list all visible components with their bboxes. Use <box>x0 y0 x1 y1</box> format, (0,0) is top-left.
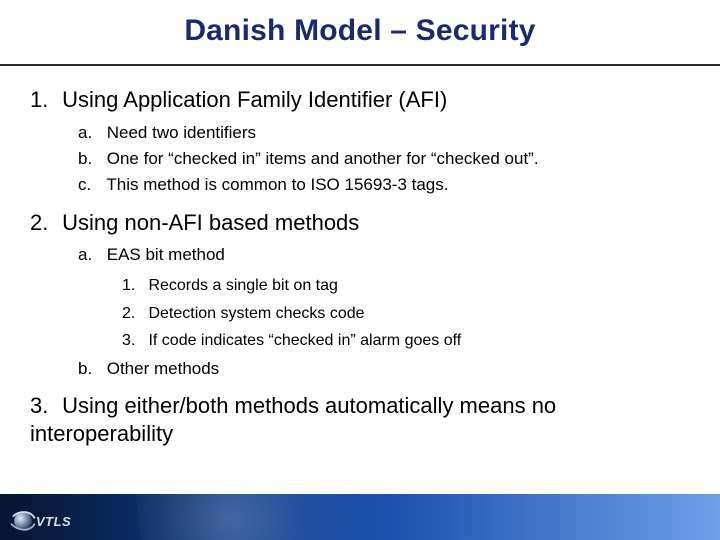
list-marker: a. <box>78 242 102 268</box>
list-item: 1. Using Application Family Identifier (… <box>30 86 690 199</box>
list-text: Using non-AFI based methods <box>62 210 359 235</box>
outline-list: 1. Using Application Family Identifier (… <box>30 86 690 447</box>
brand-text: VTLS <box>36 514 71 529</box>
list-item: b. One for “checked in” items and anothe… <box>78 146 690 172</box>
list-marker: 1. <box>122 272 144 299</box>
list-text: Using Application Family Identifier (AFI… <box>62 87 447 112</box>
slide-title: Danish Model – Security <box>0 0 720 48</box>
list-text: One for “checked in” items and another f… <box>107 149 539 168</box>
list-item: 3. If code indicates “checked in” alarm … <box>122 327 690 354</box>
list-marker: 3. <box>122 327 144 354</box>
list-item: c. This method is common to ISO 15693-3 … <box>78 172 690 198</box>
footer-banner: VTLS <box>0 494 720 540</box>
list-item: 2. Detection system checks code <box>122 300 690 327</box>
list-marker: 2. <box>122 300 144 327</box>
list-text: Other methods <box>107 359 219 378</box>
title-underline <box>0 64 720 66</box>
list-item: a. Need two identifiers <box>78 120 690 146</box>
list-marker: a. <box>78 120 102 146</box>
list-item: a. EAS bit method 1. Records a single bi… <box>78 242 690 354</box>
list-text: Detection system checks code <box>148 305 364 322</box>
globe-icon <box>10 508 36 534</box>
sublist: 1. Records a single bit on tag 2. Detect… <box>122 272 690 354</box>
sublist: a. Need two identifiers b. One for “chec… <box>78 120 690 199</box>
brand-logo: VTLS <box>10 508 71 534</box>
list-marker: c. <box>78 172 102 198</box>
list-marker: 3. <box>30 392 56 420</box>
list-item: b. Other methods <box>78 356 690 382</box>
list-text: Need two identifiers <box>107 123 256 142</box>
slide-body: 1. Using Application Family Identifier (… <box>30 86 690 457</box>
list-item: 3. Using either/both methods automatical… <box>30 392 690 447</box>
slide: Danish Model – Security 1. Using Applica… <box>0 0 720 540</box>
list-text: If code indicates “checked in” alarm goe… <box>148 332 461 349</box>
list-text: EAS bit method <box>107 245 225 264</box>
list-item: 1. Records a single bit on tag <box>122 272 690 299</box>
list-marker: b. <box>78 146 102 172</box>
list-text: This method is common to ISO 15693-3 tag… <box>106 175 448 194</box>
list-text: Using either/both methods automatically … <box>30 393 556 446</box>
sublist: a. EAS bit method 1. Records a single bi… <box>78 242 690 382</box>
list-marker: 2. <box>30 209 56 237</box>
list-item: 2. Using non-AFI based methods a. EAS bi… <box>30 209 690 383</box>
list-marker: 1. <box>30 86 56 114</box>
list-marker: b. <box>78 356 102 382</box>
list-text: Records a single bit on tag <box>148 277 337 294</box>
